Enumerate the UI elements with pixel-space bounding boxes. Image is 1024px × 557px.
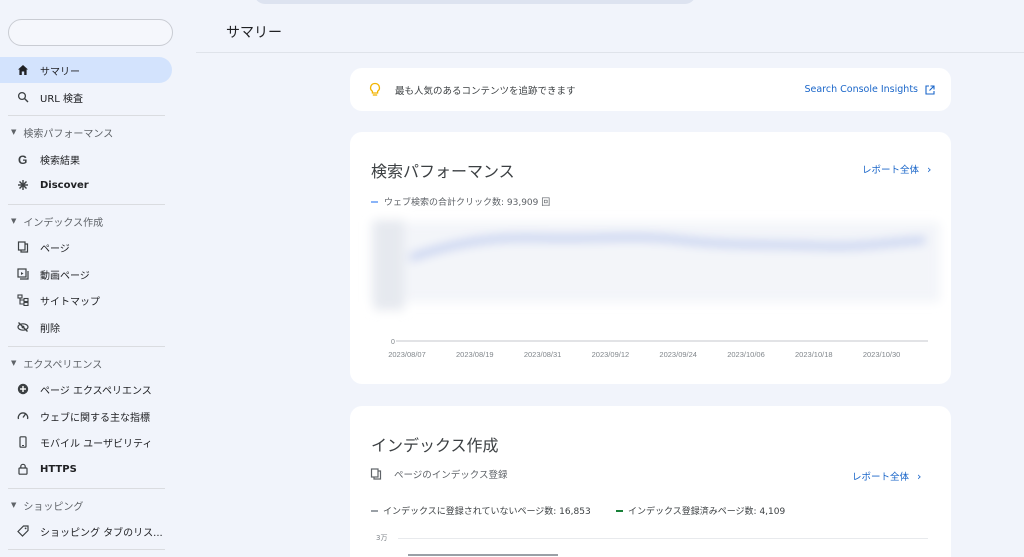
lightbulb-icon xyxy=(369,82,381,96)
sidebar-item-video-pages[interactable]: 動画ページ xyxy=(0,261,172,287)
not-indexed-series-line xyxy=(408,554,558,556)
sidebar-item-https[interactable]: HTTPS xyxy=(0,456,172,482)
video-pages-icon xyxy=(16,267,30,281)
section-label: ショッピング xyxy=(23,501,84,513)
sidebar-item-mobile-usability[interactable]: モバイル ユーザビリティ xyxy=(0,429,172,455)
sidebar-section-shopping[interactable]: ▼ ショッピング xyxy=(0,495,172,515)
legend-not-indexed: インデックスに登録されていないページ数: 16,853 xyxy=(371,504,591,517)
caret-down-icon: ▼ xyxy=(11,359,17,367)
section-label: インデックス作成 xyxy=(23,217,104,229)
chevron-right-icon: › xyxy=(917,469,922,483)
page-title: サマリー xyxy=(226,25,282,41)
x-axis-tick-label: 2023/10/06 xyxy=(727,350,765,359)
smartphone-icon xyxy=(16,435,30,449)
x-axis-ticks: 2023/08/07 2023/08/19 2023/08/31 2023/09/12… xyxy=(388,350,900,359)
sidebar-item-core-web-vitals[interactable]: ウェブに関する主な指標 xyxy=(0,403,172,429)
search-console-insights-link[interactable]: Search Console Insights xyxy=(804,84,935,95)
y-axis-tick-label: 0 xyxy=(391,339,395,346)
sidebar-item-label: サイトマップ xyxy=(40,296,100,308)
x-axis-tick-label: 2023/09/24 xyxy=(659,350,697,359)
sidebar-item-label: 検索結果 xyxy=(40,155,80,167)
legend-swatch xyxy=(371,509,378,512)
sidebar: サマリー URL 検査 ▼ 検索パフォーマンス G 検索結果 Discover … xyxy=(0,0,180,557)
caret-down-icon: ▼ xyxy=(11,128,17,136)
sidebar-item-url-inspection[interactable]: URL 検査 xyxy=(0,84,172,110)
search-bar[interactable] xyxy=(254,0,696,4)
divider xyxy=(8,488,165,489)
indexing-subtitle: ページのインデックス登録 xyxy=(394,470,508,481)
sidebar-item-discover[interactable]: Discover xyxy=(0,172,172,198)
plus-circle-icon xyxy=(16,382,30,396)
sidebar-item-label: ショッピング タブのリス... xyxy=(40,527,163,539)
svg-text:G: G xyxy=(18,153,27,165)
indexing-report-link[interactable]: レポート全体 › xyxy=(852,469,922,484)
x-axis-tick-label: 2023/08/19 xyxy=(456,350,494,359)
sidebar-item-label: HTTPS xyxy=(40,463,77,475)
google-g-icon: G xyxy=(16,152,30,166)
indexing-card: インデックス作成 ページのインデックス登録 レポート全体 › インデックスに登録… xyxy=(350,406,951,557)
lock-icon xyxy=(16,462,30,476)
tag-icon xyxy=(16,524,30,538)
sidebar-item-label: モバイル ユーザビリティ xyxy=(40,438,153,450)
performance-chart: 0 2023/08/07 2023/08/19 2023/08/31 2023/09/… xyxy=(370,220,940,359)
sidebar-item-sitemaps[interactable]: サイトマップ xyxy=(0,287,172,313)
pages-icon xyxy=(16,240,30,254)
sidebar-item-removals[interactable]: 削除 xyxy=(0,314,172,340)
sidebar-item-label: ページ エクスペリエンス xyxy=(40,385,152,397)
indexing-subtitle-row: ページのインデックス登録 xyxy=(370,467,508,481)
sidebar-item-summary[interactable]: サマリー xyxy=(0,57,172,83)
home-icon xyxy=(16,63,30,77)
divider xyxy=(8,115,165,116)
legend-label: インデックス登録済みページ数: 4,109 xyxy=(628,507,786,517)
caret-down-icon: ▼ xyxy=(11,501,17,509)
sidebar-item-pages[interactable]: ページ xyxy=(0,234,172,260)
eye-off-icon xyxy=(16,320,30,334)
sidebar-section-experience[interactable]: ▼ エクスペリエンス xyxy=(0,353,172,373)
x-axis-tick-label: 2023/08/31 xyxy=(524,350,562,359)
asterisk-icon xyxy=(16,178,30,192)
sidebar-item-label: Discover xyxy=(40,179,89,191)
y-axis-tick-label: 3万 xyxy=(376,534,388,542)
sidebar-item-page-experience[interactable]: ページ エクスペリエンス xyxy=(0,376,172,402)
legend-indexed: インデックス登録済みページ数: 4,109 xyxy=(616,504,785,517)
section-label: エクスペリエンス xyxy=(23,359,103,371)
x-axis-tick-label: 2023/09/12 xyxy=(592,350,630,359)
sidebar-item-label: ウェブに関する主な指標 xyxy=(40,412,150,424)
sitemap-icon xyxy=(16,293,30,307)
legend-swatch xyxy=(616,509,623,512)
property-selector[interactable] xyxy=(8,19,173,46)
sidebar-item-shopping-tab[interactable]: ショッピング タブのリス... xyxy=(0,518,172,544)
blurred-chart-body xyxy=(370,220,940,310)
x-axis-tick-label: 2023/08/07 xyxy=(388,350,426,359)
divider xyxy=(8,549,165,550)
search-icon xyxy=(16,90,30,104)
sidebar-section-performance[interactable]: ▼ 検索パフォーマンス xyxy=(0,122,172,142)
link-label: レポート全体 xyxy=(852,472,910,483)
sidebar-item-label: ページ xyxy=(40,243,70,255)
header-divider xyxy=(196,52,1024,53)
sidebar-item-label: URL 検査 xyxy=(40,93,84,105)
insights-card: 最も人気のあるコンテンツを追跡できます Search Console Insig… xyxy=(350,68,951,111)
sidebar-item-label: 動画ページ xyxy=(40,270,90,282)
sidebar-item-search-results[interactable]: G 検索結果 xyxy=(0,146,172,172)
caret-down-icon: ▼ xyxy=(11,217,17,225)
open-in-new-icon xyxy=(925,84,935,95)
x-axis-tick-label: 2023/10/18 xyxy=(795,350,833,359)
pages-icon xyxy=(370,468,382,480)
sidebar-item-label: 削除 xyxy=(40,323,60,335)
performance-card: 検索パフォーマンス レポート全体 › ウェブ検索の合計クリック数: 93,909… xyxy=(350,132,951,384)
x-axis-tick-label: 2023/10/30 xyxy=(863,350,901,359)
insights-message: 最も人気のあるコンテンツを追跡できます xyxy=(395,85,576,97)
sidebar-section-index[interactable]: ▼ インデックス作成 xyxy=(0,211,172,231)
gridline xyxy=(398,538,928,539)
divider xyxy=(8,204,165,205)
speedometer-icon xyxy=(16,409,30,423)
sidebar-item-label: サマリー xyxy=(40,66,80,78)
link-label: Search Console Insights xyxy=(804,84,918,95)
legend-label: インデックスに登録されていないページ数: 16,853 xyxy=(383,507,591,517)
divider xyxy=(8,346,165,347)
indexing-title: インデックス作成 xyxy=(371,436,499,455)
section-label: 検索パフォーマンス xyxy=(23,128,114,140)
